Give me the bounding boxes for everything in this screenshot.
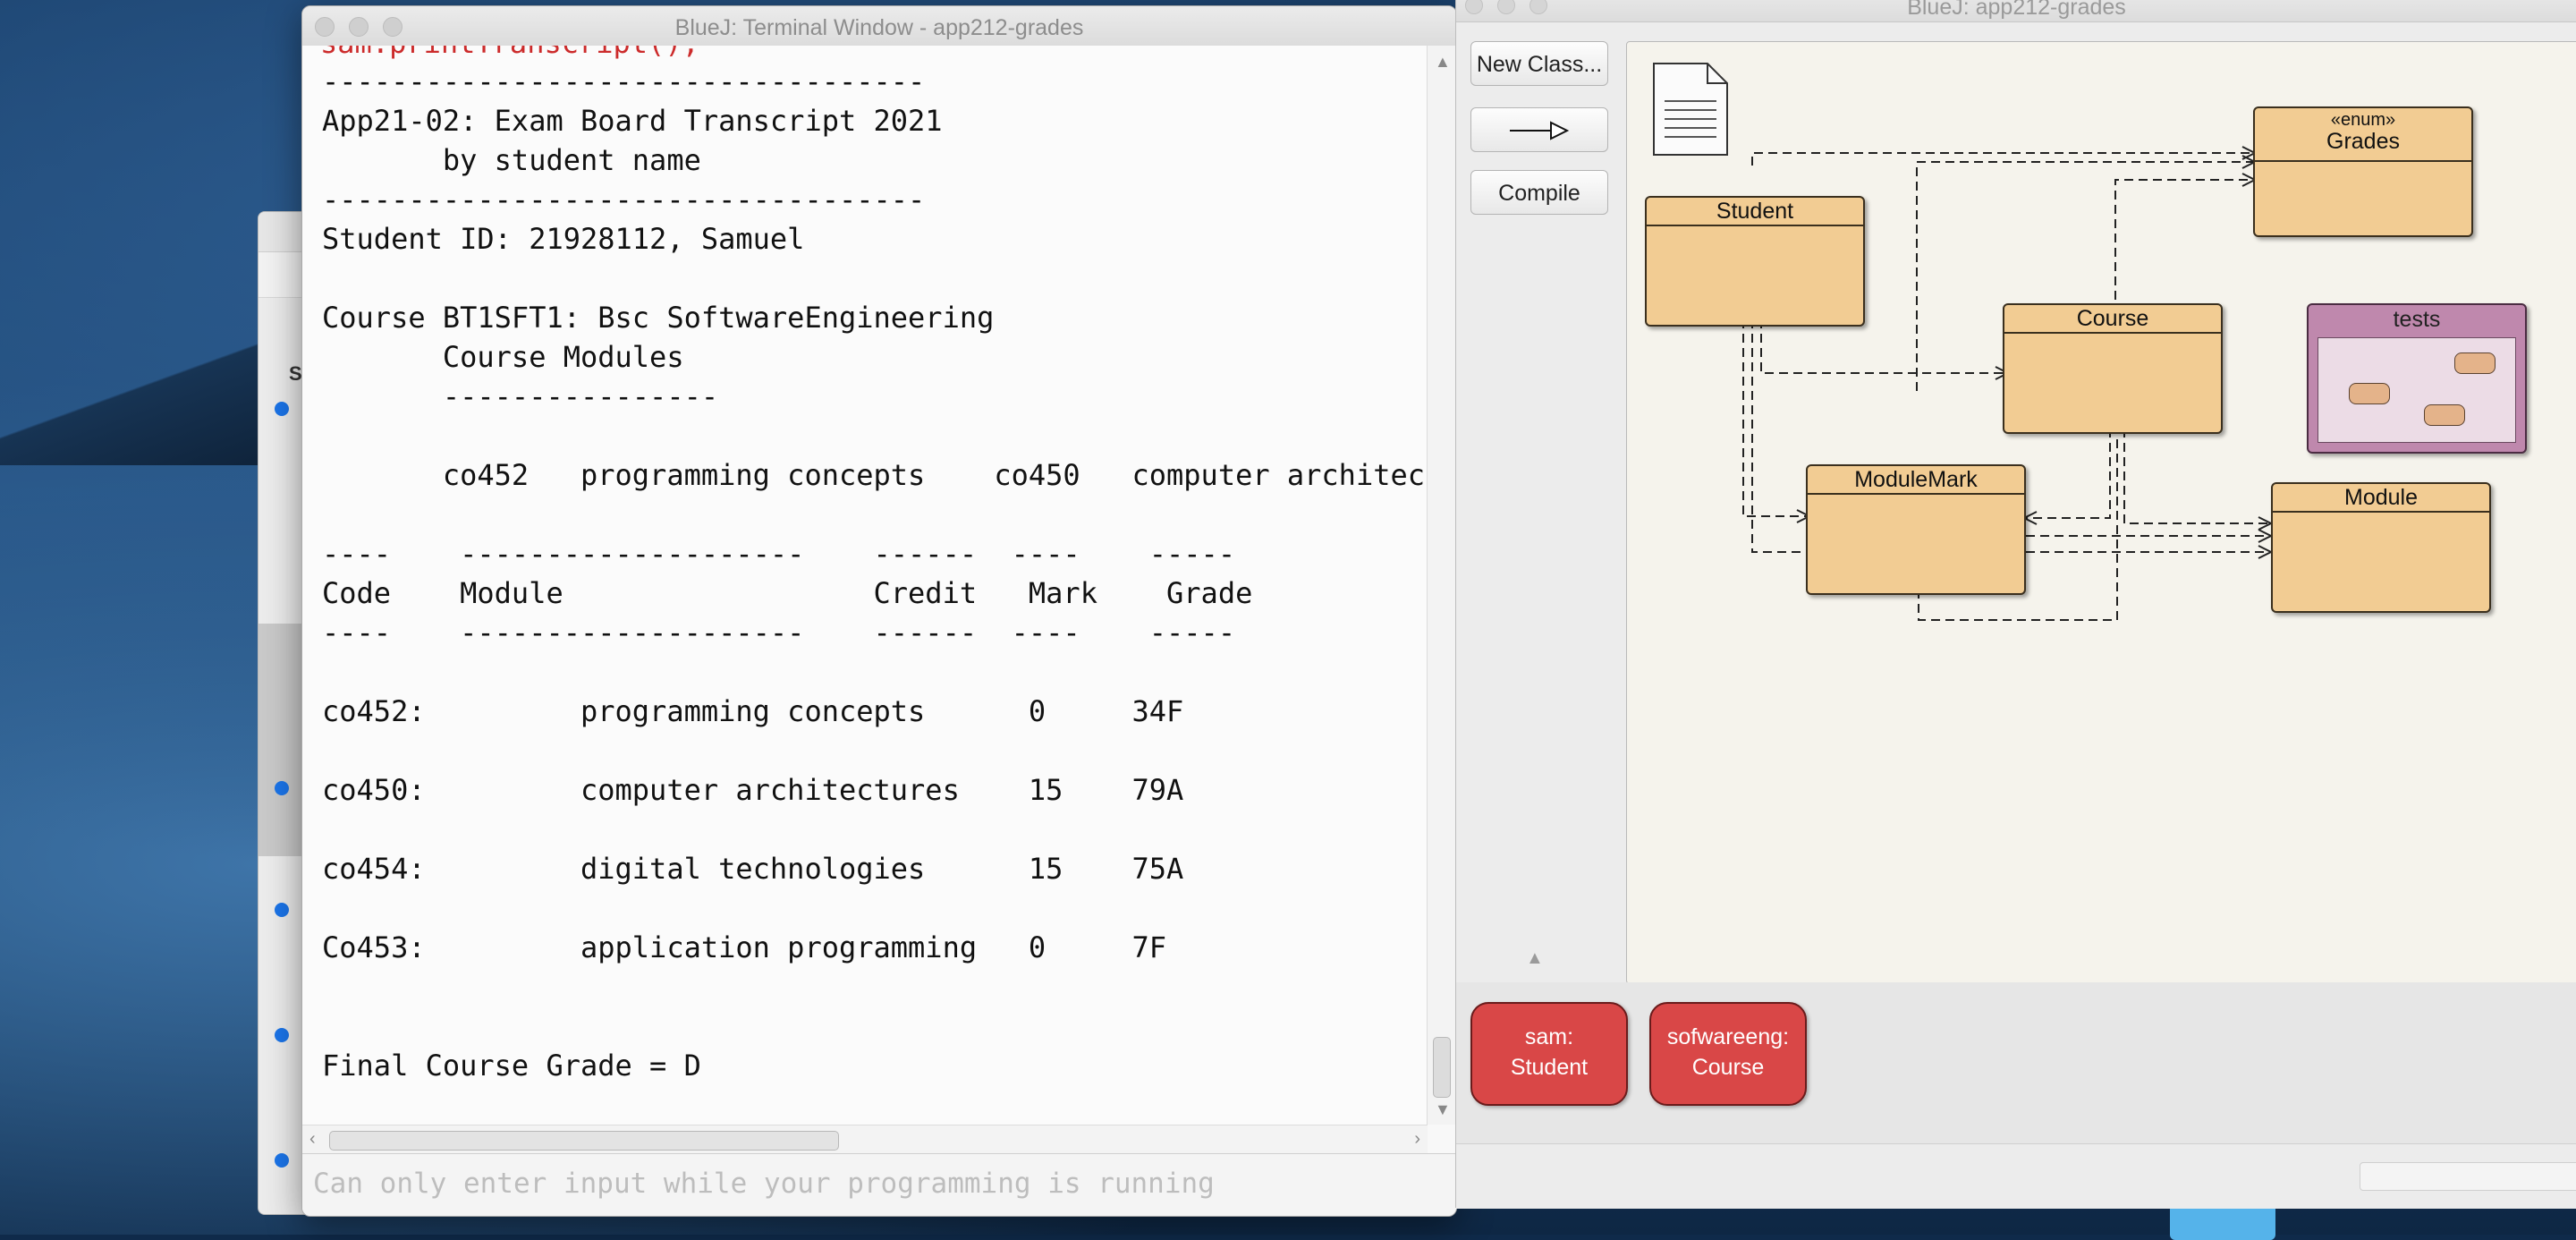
class-module-name: Module — [2273, 484, 2489, 513]
terminal-window[interactable]: BlueJ: Terminal Window - app212-grades s… — [301, 5, 1457, 1217]
horizontal-scroll-thumb[interactable] — [329, 1131, 839, 1151]
desktop-folder-icon[interactable] — [2170, 1204, 2275, 1240]
new-arrow-button[interactable] — [1470, 107, 1608, 152]
object-sofwareeng-type: Course — [1691, 1055, 1765, 1080]
arrow-course-modulemark — [2026, 429, 2111, 519]
class-course-name: Course — [2004, 305, 2221, 334]
object-sam[interactable]: sam: Student — [1470, 1002, 1628, 1106]
class-student[interactable]: Student — [1645, 196, 1865, 327]
class-grades-header: «enum» Grades — [2255, 108, 2471, 162]
object-sofwareeng-name: sofwareeng: — [1666, 1024, 1790, 1049]
scroll-right-icon[interactable]: › — [1414, 1129, 1420, 1150]
class-grades-name: Grades — [2326, 129, 2400, 154]
terminal-line: Co453: application programming 0 7F — [322, 930, 1167, 964]
status-bar — [1456, 1143, 2576, 1209]
bluej-title: BlueJ: app212-grades — [1907, 0, 2126, 20]
terminal-line: App21-02: Exam Board Transcript 2021 — [322, 104, 943, 138]
terminal-line: co452 programming concepts co450 compute… — [322, 458, 1428, 492]
object-sam-name: sam: — [1524, 1024, 1574, 1049]
scroll-left-icon[interactable]: ‹ — [309, 1129, 316, 1150]
class-module[interactable]: Module — [2271, 482, 2491, 613]
vertical-scroll-thumb[interactable] — [1433, 1037, 1451, 1098]
bluej-titlebar[interactable]: BlueJ: app212-grades — [1456, 0, 2576, 22]
background-window-letter: S — [289, 362, 302, 385]
terminal-line: ---- -------------------- ------ ---- --… — [322, 537, 1236, 571]
class-course[interactable]: Course — [2003, 303, 2223, 434]
terminal-titlebar[interactable]: BlueJ: Terminal Window - app212-grades — [302, 6, 1456, 47]
terminal-line: co450: computer architectures 15 79A — [322, 773, 1184, 807]
package-tests[interactable]: tests — [2307, 303, 2527, 454]
class-modulemark-name: ModuleMark — [1808, 466, 2024, 495]
terminal-title: BlueJ: Terminal Window - app212-grades — [674, 15, 1084, 40]
unread-dot — [275, 1153, 289, 1168]
bluej-project-window[interactable]: BlueJ: app212-grades New Class... Compil… — [1455, 0, 2576, 1209]
terminal-line: by student name — [322, 143, 701, 177]
arrow-student-grades — [1751, 152, 2253, 166]
package-tests-preview — [2318, 337, 2516, 443]
class-student-name: Student — [1647, 198, 1863, 226]
terminal-output-text: ----------------------------------- App21… — [322, 62, 1428, 1085]
terminal-line: Course Modules — [322, 340, 684, 374]
collapse-triangle-icon[interactable]: ▲ — [1526, 948, 1544, 969]
terminal-line: Student ID: 21928112, Samuel — [322, 222, 805, 256]
object-sofwareeng[interactable]: sofwareeng: Course — [1649, 1002, 1807, 1106]
terminal-line: co452: programming concepts 0 34F — [322, 694, 1184, 728]
package-tests-name: tests — [2393, 307, 2441, 332]
unread-dot — [275, 903, 289, 917]
object-bench[interactable]: sam: Student sofwareeng: Course — [1456, 982, 2576, 1143]
package-class-icon — [2454, 352, 2496, 374]
terminal-line: ----------------------------------- — [322, 64, 926, 98]
enum-stereotype: «enum» — [2330, 110, 2396, 130]
terminal-line: Code Module Credit Mark Grade — [322, 576, 1253, 610]
terminal-line: ----------------------------------- — [322, 183, 926, 217]
terminal-line: co454: digital technologies 15 75A — [322, 852, 1184, 886]
class-modulemark[interactable]: ModuleMark — [1806, 464, 2026, 595]
terminal-line: Course BT1SFT1: Bsc SoftwareEngineering — [322, 301, 995, 335]
terminal-line: ---------------- — [322, 379, 719, 413]
unread-dot — [275, 1028, 289, 1042]
terminal-line: Final Course Grade = D — [322, 1049, 701, 1083]
unread-dot — [275, 781, 289, 795]
package-class-icon — [2349, 383, 2390, 404]
new-class-button[interactable]: New Class... — [1470, 41, 1608, 86]
horizontal-scrollbar[interactable]: ‹ › — [302, 1125, 1428, 1154]
scroll-down-icon[interactable]: ▼ — [1435, 1100, 1451, 1119]
arrow-course-grades — [2114, 179, 2253, 300]
inheritance-arrow-icon — [1510, 121, 1570, 140]
class-grades[interactable]: «enum» Grades — [2253, 106, 2473, 237]
class-diagram-canvas[interactable]: «enum» Grades Student Course tests Modul… — [1626, 41, 2576, 984]
package-class-icon — [2424, 404, 2465, 426]
object-sam-type: Student — [1510, 1055, 1589, 1080]
status-field — [2360, 1162, 2576, 1191]
compile-button[interactable]: Compile — [1470, 170, 1608, 215]
scroll-up-icon[interactable]: ▲ — [1435, 53, 1451, 72]
unread-dot — [275, 402, 289, 416]
terminal-input-bar — [302, 1153, 1456, 1216]
arrow-course-module — [2123, 429, 2269, 524]
terminal-input[interactable] — [311, 1161, 1433, 1206]
terminal-line: ---- -------------------- ------ ---- --… — [322, 616, 1236, 650]
method-call-line: sam.printTranscript(); — [320, 46, 699, 60]
vertical-scrollbar[interactable]: ▲ ▼ — [1427, 46, 1456, 1125]
terminal-output-area[interactable]: sam.printTranscript(); -----------------… — [302, 46, 1428, 1125]
